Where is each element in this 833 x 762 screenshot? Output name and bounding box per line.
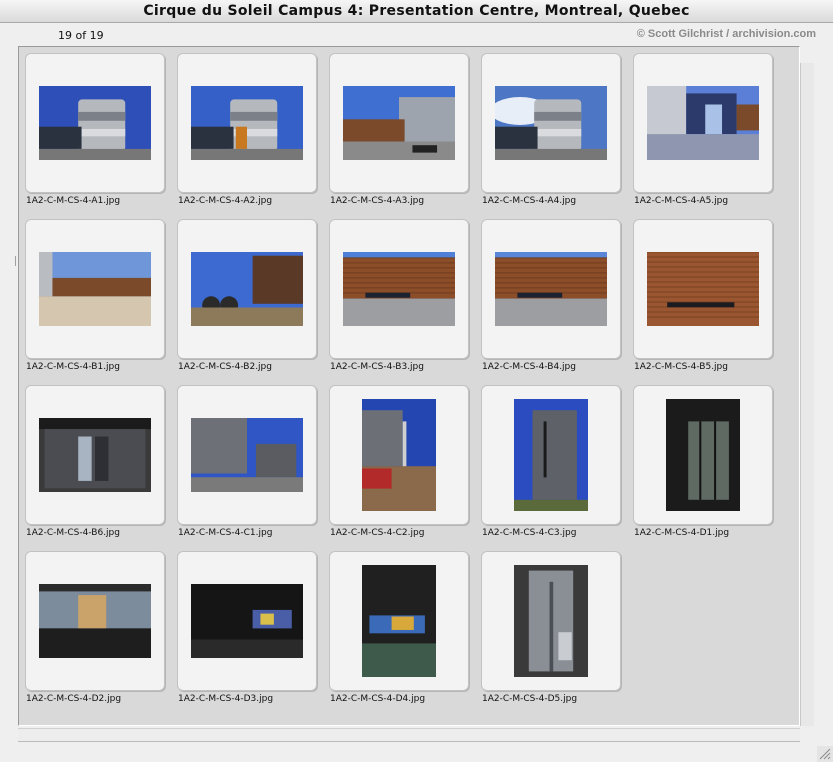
thumbnail-image[interactable]	[39, 86, 151, 160]
thumbnail-filename: 1A2-C-M-CS-4-B6.jpg	[26, 528, 120, 538]
thumbnail-image[interactable]	[495, 86, 607, 160]
thumbnail-filename: 1A2-C-M-CS-4-D3.jpg	[178, 694, 274, 704]
thumbnail-image[interactable]	[343, 252, 455, 326]
thumbnail-item[interactable]: 1A2-C-M-CS-4-C1.jpg	[177, 385, 317, 545]
thumbnail-image[interactable]	[514, 565, 588, 677]
thumbnail-item[interactable]: 1A2-C-M-CS-4-A5.jpg	[633, 53, 773, 213]
thumbnail-filename: 1A2-C-M-CS-4-A4.jpg	[482, 196, 577, 206]
thumbnail-frame[interactable]	[25, 551, 165, 691]
thumbnail-image[interactable]	[191, 418, 303, 492]
thumbnail-filename: 1A2-C-M-CS-4-A3.jpg	[330, 196, 425, 206]
thumbnail-frame[interactable]	[25, 219, 165, 359]
thumbnail-image[interactable]	[666, 399, 740, 511]
thumbnail-item[interactable]: 1A2-C-M-CS-4-B1.jpg	[25, 219, 165, 379]
thumbnail-frame[interactable]	[481, 219, 621, 359]
thumbnail-image[interactable]	[514, 399, 588, 511]
thumbnail-image[interactable]	[647, 86, 759, 160]
image-count: 19 of 19	[58, 29, 104, 42]
thumbnail-item[interactable]: 1A2-C-M-CS-4-B3.jpg	[329, 219, 469, 379]
thumbnail-filename: 1A2-C-M-CS-4-D5.jpg	[482, 694, 578, 704]
thumbnail-frame[interactable]	[329, 385, 469, 525]
thumbnail-filename: 1A2-C-M-CS-4-D4.jpg	[330, 694, 426, 704]
thumbnail-filename: 1A2-C-M-CS-4-A5.jpg	[634, 196, 729, 206]
thumbnail-frame[interactable]	[481, 53, 621, 193]
thumbnail-item[interactable]: 1A2-C-M-CS-4-A1.jpg	[25, 53, 165, 213]
thumbnail-filename: 1A2-C-M-CS-4-B5.jpg	[634, 362, 728, 372]
thumbnail-filename: 1A2-C-M-CS-4-D2.jpg	[26, 694, 122, 704]
thumbnail-filename: 1A2-C-M-CS-4-B4.jpg	[482, 362, 576, 372]
thumbnail-item[interactable]: 1A2-C-M-CS-4-C2.jpg	[329, 385, 469, 545]
thumbnail-image[interactable]	[39, 418, 151, 492]
thumbnail-filename: 1A2-C-M-CS-4-B3.jpg	[330, 362, 424, 372]
thumbnail-frame[interactable]	[177, 551, 317, 691]
thumbnail-frame[interactable]	[481, 551, 621, 691]
thumbnail-filename: 1A2-C-M-CS-4-D1.jpg	[634, 528, 730, 538]
thumbnail-item[interactable]: 1A2-C-M-CS-4-B2.jpg	[177, 219, 317, 379]
thumbnail-image[interactable]	[191, 252, 303, 326]
thumbnail-image[interactable]	[343, 86, 455, 160]
thumbnail-image[interactable]	[647, 252, 759, 326]
thumbnail-item[interactable]: 1A2-C-M-CS-4-D5.jpg	[481, 551, 621, 711]
resize-grip-icon[interactable]	[817, 746, 833, 762]
thumbnail-item[interactable]: 1A2-C-M-CS-4-A2.jpg	[177, 53, 317, 213]
thumbnail-image[interactable]	[495, 252, 607, 326]
thumbnail-frame[interactable]	[25, 385, 165, 525]
window-title: Cirque du Soleil Campus 4: Presentation …	[0, 0, 833, 23]
thumbnail-image[interactable]	[362, 399, 436, 511]
thumbnail-frame[interactable]	[177, 385, 317, 525]
thumbnail-item[interactable]: 1A2-C-M-CS-4-A4.jpg	[481, 53, 621, 213]
thumbnail-filename: 1A2-C-M-CS-4-C3.jpg	[482, 528, 577, 538]
vertical-scrollbar[interactable]	[800, 63, 814, 726]
thumbnail-item[interactable]: 1A2-C-M-CS-4-D3.jpg	[177, 551, 317, 711]
thumbnail-filename: 1A2-C-M-CS-4-B1.jpg	[26, 362, 120, 372]
horizontal-scrollbar[interactable]	[18, 728, 800, 742]
thumbnail-frame[interactable]	[329, 53, 469, 193]
thumbnail-frame[interactable]	[177, 53, 317, 193]
thumbnail-frame[interactable]	[329, 219, 469, 359]
thumbnail-filename: 1A2-C-M-CS-4-B2.jpg	[178, 362, 272, 372]
thumbnail-frame[interactable]	[329, 551, 469, 691]
thumbnail-frame[interactable]	[633, 219, 773, 359]
thumbnail-filename: 1A2-C-M-CS-4-C2.jpg	[330, 528, 425, 538]
thumbnail-frame[interactable]	[25, 53, 165, 193]
thumbnail-item[interactable]: 1A2-C-M-CS-4-A3.jpg	[329, 53, 469, 213]
thumbnail-item[interactable]: 1A2-C-M-CS-4-D1.jpg	[633, 385, 773, 545]
thumbnail-frame[interactable]	[633, 53, 773, 193]
thumbnail-image[interactable]	[191, 86, 303, 160]
thumbnail-image[interactable]	[39, 584, 151, 658]
thumbnail-image[interactable]	[191, 584, 303, 658]
thumbnail-item[interactable]: 1A2-C-M-CS-4-D4.jpg	[329, 551, 469, 711]
thumbnail-filename: 1A2-C-M-CS-4-A1.jpg	[26, 196, 121, 206]
thumbnail-image[interactable]	[39, 252, 151, 326]
thumbnail-item[interactable]: 1A2-C-M-CS-4-C3.jpg	[481, 385, 621, 545]
thumbnail-frame[interactable]	[177, 219, 317, 359]
thumbnail-item[interactable]: 1A2-C-M-CS-4-D2.jpg	[25, 551, 165, 711]
photo-credit: © Scott Gilchrist / archivision.com	[636, 28, 816, 40]
thumbnail-filename: 1A2-C-M-CS-4-C1.jpg	[178, 528, 273, 538]
thumbnail-frame[interactable]	[481, 385, 621, 525]
thumbnail-filename: 1A2-C-M-CS-4-A2.jpg	[178, 196, 273, 206]
thumbnail-item[interactable]: 1A2-C-M-CS-4-B4.jpg	[481, 219, 621, 379]
thumbnail-item[interactable]: 1A2-C-M-CS-4-B6.jpg	[25, 385, 165, 545]
thumbnail-panel: 1A2-C-M-CS-4-A1.jpg 1A2-C-M-CS-4-A2.jpg 1A…	[18, 46, 800, 726]
thumbnail-image[interactable]	[362, 565, 436, 677]
thumbnail-item[interactable]: 1A2-C-M-CS-4-B5.jpg	[633, 219, 773, 379]
thumbnail-frame[interactable]	[633, 385, 773, 525]
